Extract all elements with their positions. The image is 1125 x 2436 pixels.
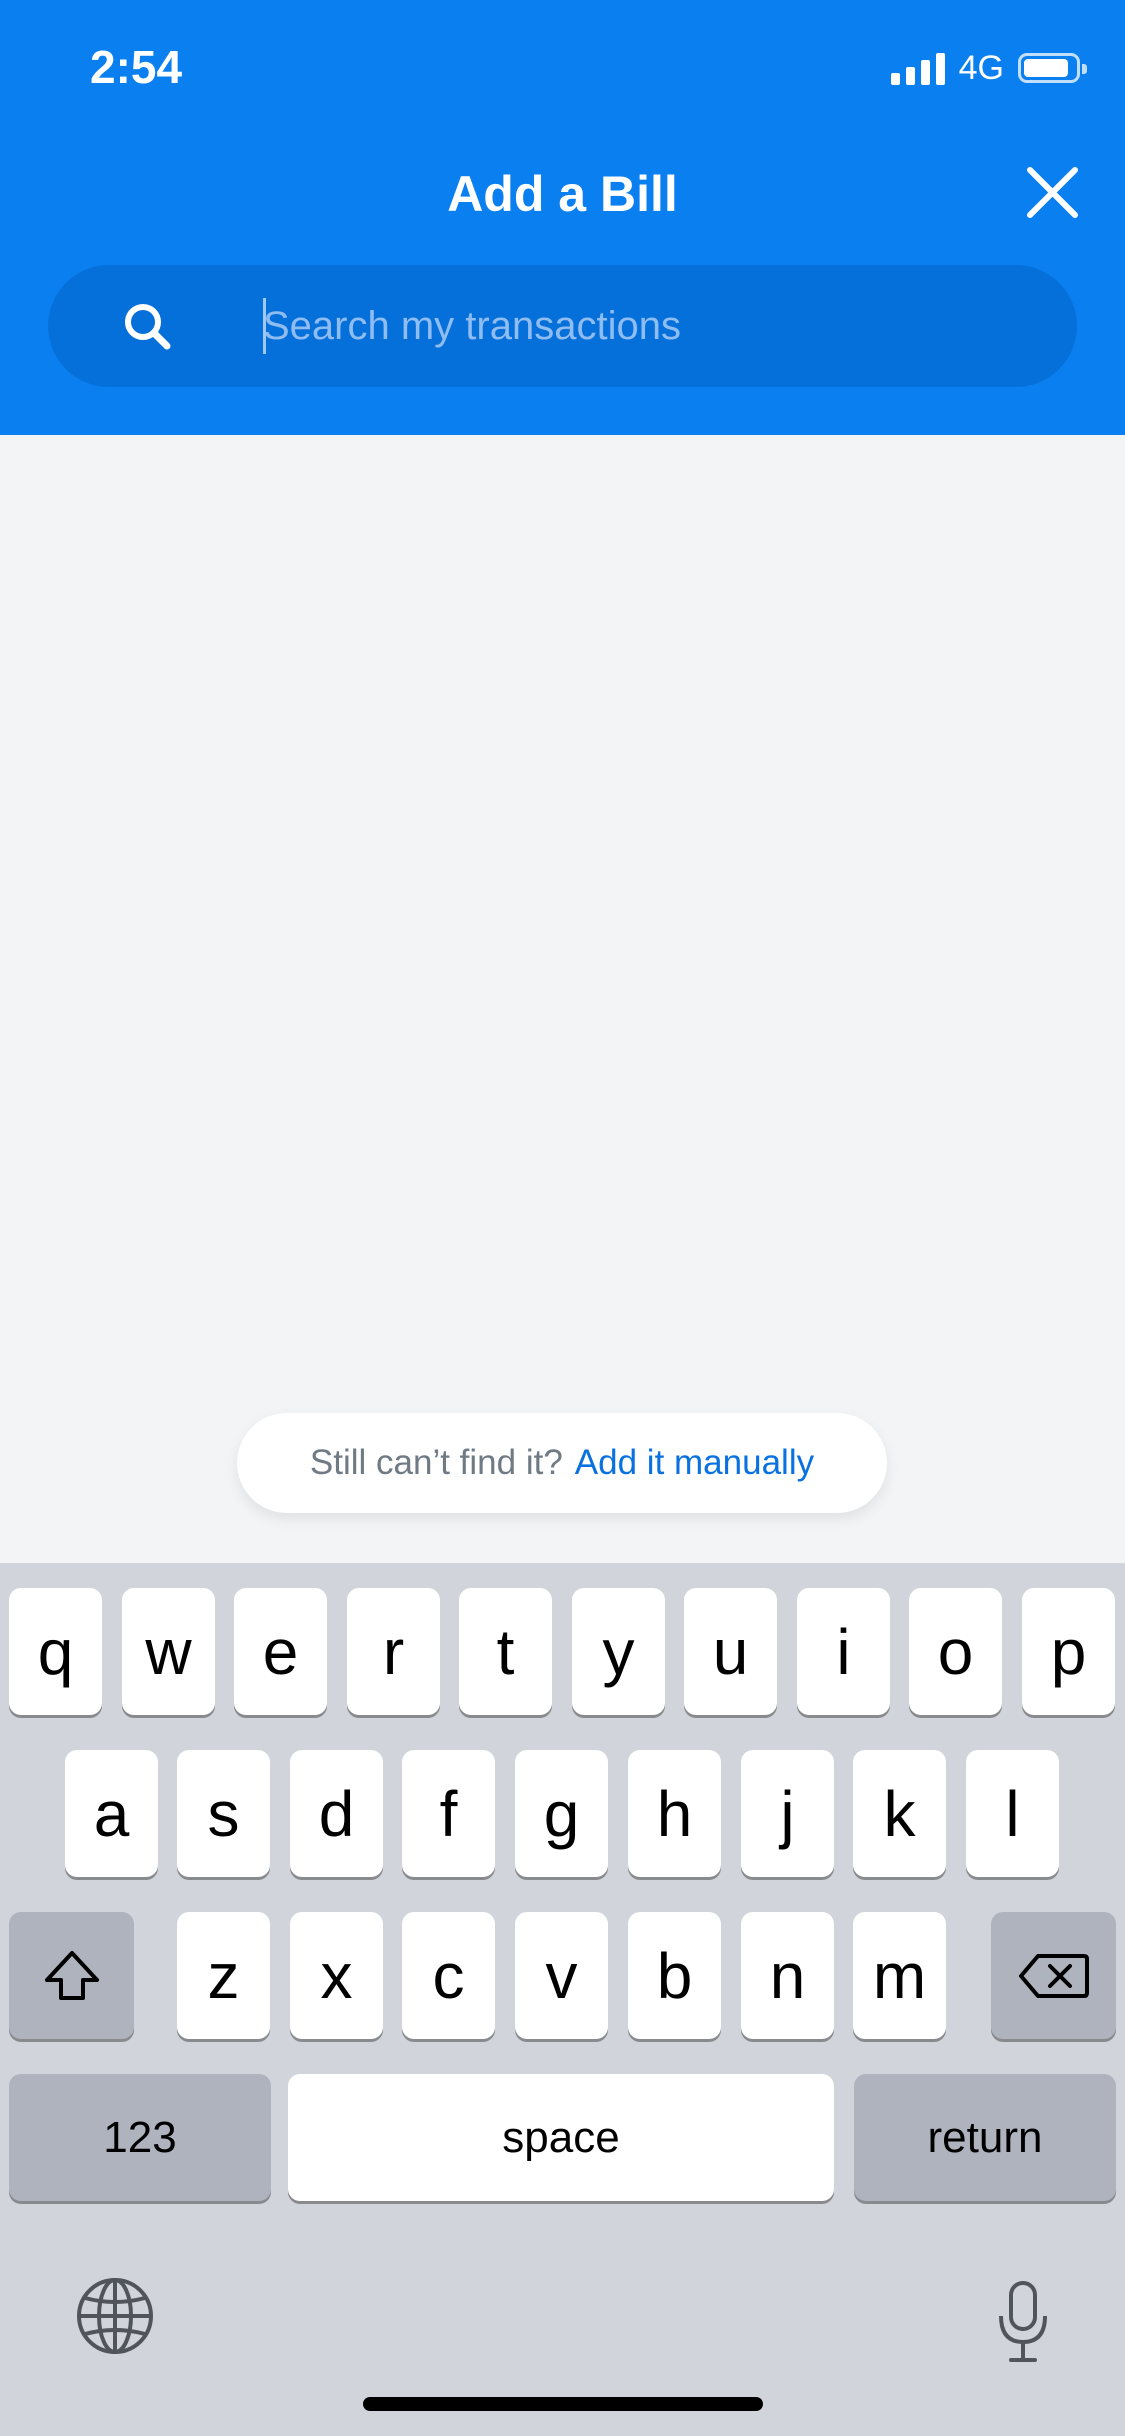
space-key[interactable]: space bbox=[288, 2074, 834, 2201]
key-m[interactable]: m bbox=[853, 1912, 946, 2039]
key-w[interactable]: w bbox=[122, 1588, 215, 1715]
key-x[interactable]: x bbox=[290, 1912, 383, 2039]
text-cursor bbox=[263, 298, 266, 354]
key-i[interactable]: i bbox=[797, 1588, 890, 1715]
numbers-key[interactable]: 123 bbox=[9, 2074, 271, 2201]
key-l[interactable]: l bbox=[966, 1750, 1059, 1877]
signal-icon bbox=[890, 51, 945, 85]
close-button[interactable] bbox=[1020, 160, 1085, 225]
key-j[interactable]: j bbox=[741, 1750, 834, 1877]
search-icon bbox=[125, 304, 171, 350]
key-s[interactable]: s bbox=[177, 1750, 270, 1877]
key-z[interactable]: z bbox=[177, 1912, 270, 2039]
key-y[interactable]: y bbox=[572, 1588, 665, 1715]
network-type: 4G bbox=[958, 48, 1004, 87]
app-header: 2:54 4G Add a Bill bbox=[0, 0, 1125, 435]
key-r[interactable]: r bbox=[347, 1588, 440, 1715]
key-c[interactable]: c bbox=[402, 1912, 495, 2039]
status-time: 2:54 bbox=[90, 41, 183, 93]
key-f[interactable]: f bbox=[402, 1750, 495, 1877]
hint-text: Still can’t find it? bbox=[309, 1443, 563, 1482]
key-a[interactable]: a bbox=[65, 1750, 158, 1877]
key-d[interactable]: d bbox=[290, 1750, 383, 1877]
globe-icon[interactable] bbox=[75, 2276, 155, 2356]
close-icon bbox=[1027, 167, 1078, 218]
key-g[interactable]: g bbox=[515, 1750, 608, 1877]
key-e[interactable]: e bbox=[234, 1588, 327, 1715]
key-u[interactable]: u bbox=[684, 1588, 777, 1715]
home-indicator bbox=[363, 2397, 763, 2411]
key-h[interactable]: h bbox=[628, 1750, 721, 1877]
key-k[interactable]: k bbox=[853, 1750, 946, 1877]
backspace-icon bbox=[1018, 1953, 1089, 1998]
key-t[interactable]: t bbox=[459, 1588, 552, 1715]
add-manually-link[interactable]: Add it manually bbox=[575, 1443, 814, 1483]
battery-icon bbox=[1018, 53, 1087, 83]
page-title: Add a Bill bbox=[447, 166, 678, 222]
shift-key[interactable] bbox=[9, 1912, 134, 2039]
key-o[interactable]: o bbox=[909, 1588, 1002, 1715]
microphone-icon[interactable] bbox=[995, 2280, 1051, 2364]
key-b[interactable]: b bbox=[628, 1912, 721, 2039]
search-input[interactable] bbox=[216, 291, 1063, 361]
return-key[interactable]: return bbox=[854, 2074, 1116, 2201]
add-manually-prompt: Still can’t find it? Add it manually bbox=[237, 1413, 887, 1513]
status-indicators: 4G bbox=[890, 48, 1087, 88]
key-p[interactable]: p bbox=[1022, 1588, 1115, 1715]
key-v[interactable]: v bbox=[515, 1912, 608, 2039]
shift-icon bbox=[44, 1950, 99, 2000]
key-q[interactable]: q bbox=[9, 1588, 102, 1715]
search-bar[interactable] bbox=[48, 265, 1077, 387]
key-n[interactable]: n bbox=[741, 1912, 834, 2039]
backspace-key[interactable] bbox=[991, 1912, 1116, 2039]
